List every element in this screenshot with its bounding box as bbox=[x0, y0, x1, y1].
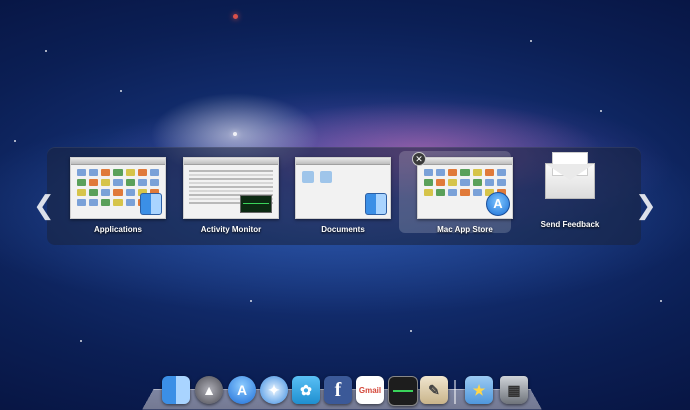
preview-icon[interactable]: ✎ bbox=[420, 376, 448, 404]
app-store-icon: A bbox=[486, 192, 510, 216]
twitter-icon[interactable]: ✿ bbox=[292, 376, 320, 404]
star bbox=[410, 330, 412, 332]
chevron-right-icon[interactable]: ❯ bbox=[635, 193, 657, 219]
close-icon[interactable]: ✕ bbox=[412, 152, 426, 166]
star bbox=[120, 90, 122, 92]
safari-icon[interactable]: ✦ bbox=[260, 376, 288, 404]
switcher-item-label: Activity Monitor bbox=[200, 225, 262, 234]
star bbox=[530, 40, 532, 42]
switcher-item-applications[interactable]: Applications bbox=[62, 157, 174, 234]
star bbox=[45, 50, 47, 52]
finder-icon bbox=[365, 193, 387, 215]
activity-monitor-icon[interactable] bbox=[388, 376, 418, 406]
applications-thumbnail bbox=[70, 157, 166, 219]
star bbox=[250, 300, 252, 302]
documents-thumbnail bbox=[295, 157, 391, 219]
switcher-item-label: Mac App Store bbox=[437, 225, 493, 234]
launchpad-icon[interactable]: ▲ bbox=[195, 376, 223, 404]
star bbox=[14, 140, 16, 142]
star bbox=[233, 14, 238, 19]
star bbox=[233, 132, 237, 136]
switcher-item-label: Documents bbox=[321, 225, 365, 234]
switcher-item-documents[interactable]: Documents bbox=[287, 157, 399, 234]
finder-icon bbox=[140, 193, 162, 215]
favorites-folder-icon[interactable]: ★ bbox=[465, 376, 493, 404]
switcher-item-label: Applications bbox=[93, 225, 142, 234]
switcher-item-mac-app-store[interactable]: ✕ A Mac App Store bbox=[399, 151, 521, 234]
star bbox=[80, 340, 82, 342]
app-store-icon[interactable]: A bbox=[228, 376, 256, 404]
gmail-icon[interactable]: Gmail bbox=[356, 376, 384, 404]
facebook-icon[interactable]: f bbox=[324, 376, 352, 404]
activity-monitor-icon bbox=[240, 195, 272, 213]
star bbox=[600, 110, 602, 112]
switcher-item-label: Send Feedback bbox=[540, 220, 600, 229]
star bbox=[660, 300, 662, 302]
switcher-item-send-feedback[interactable]: Send Feedback bbox=[514, 152, 626, 229]
activity-monitor-thumbnail bbox=[183, 157, 279, 219]
chevron-left-icon[interactable]: ❮ bbox=[33, 193, 55, 219]
mac-app-store-thumbnail: ✕ A bbox=[412, 152, 513, 219]
dock-separator bbox=[454, 380, 456, 404]
trash-icon[interactable]: ▦ bbox=[500, 376, 528, 404]
envelope-icon bbox=[545, 152, 595, 199]
finder-icon[interactable] bbox=[162, 376, 190, 404]
switcher-item-activity-monitor[interactable]: Activity Monitor bbox=[175, 157, 287, 234]
